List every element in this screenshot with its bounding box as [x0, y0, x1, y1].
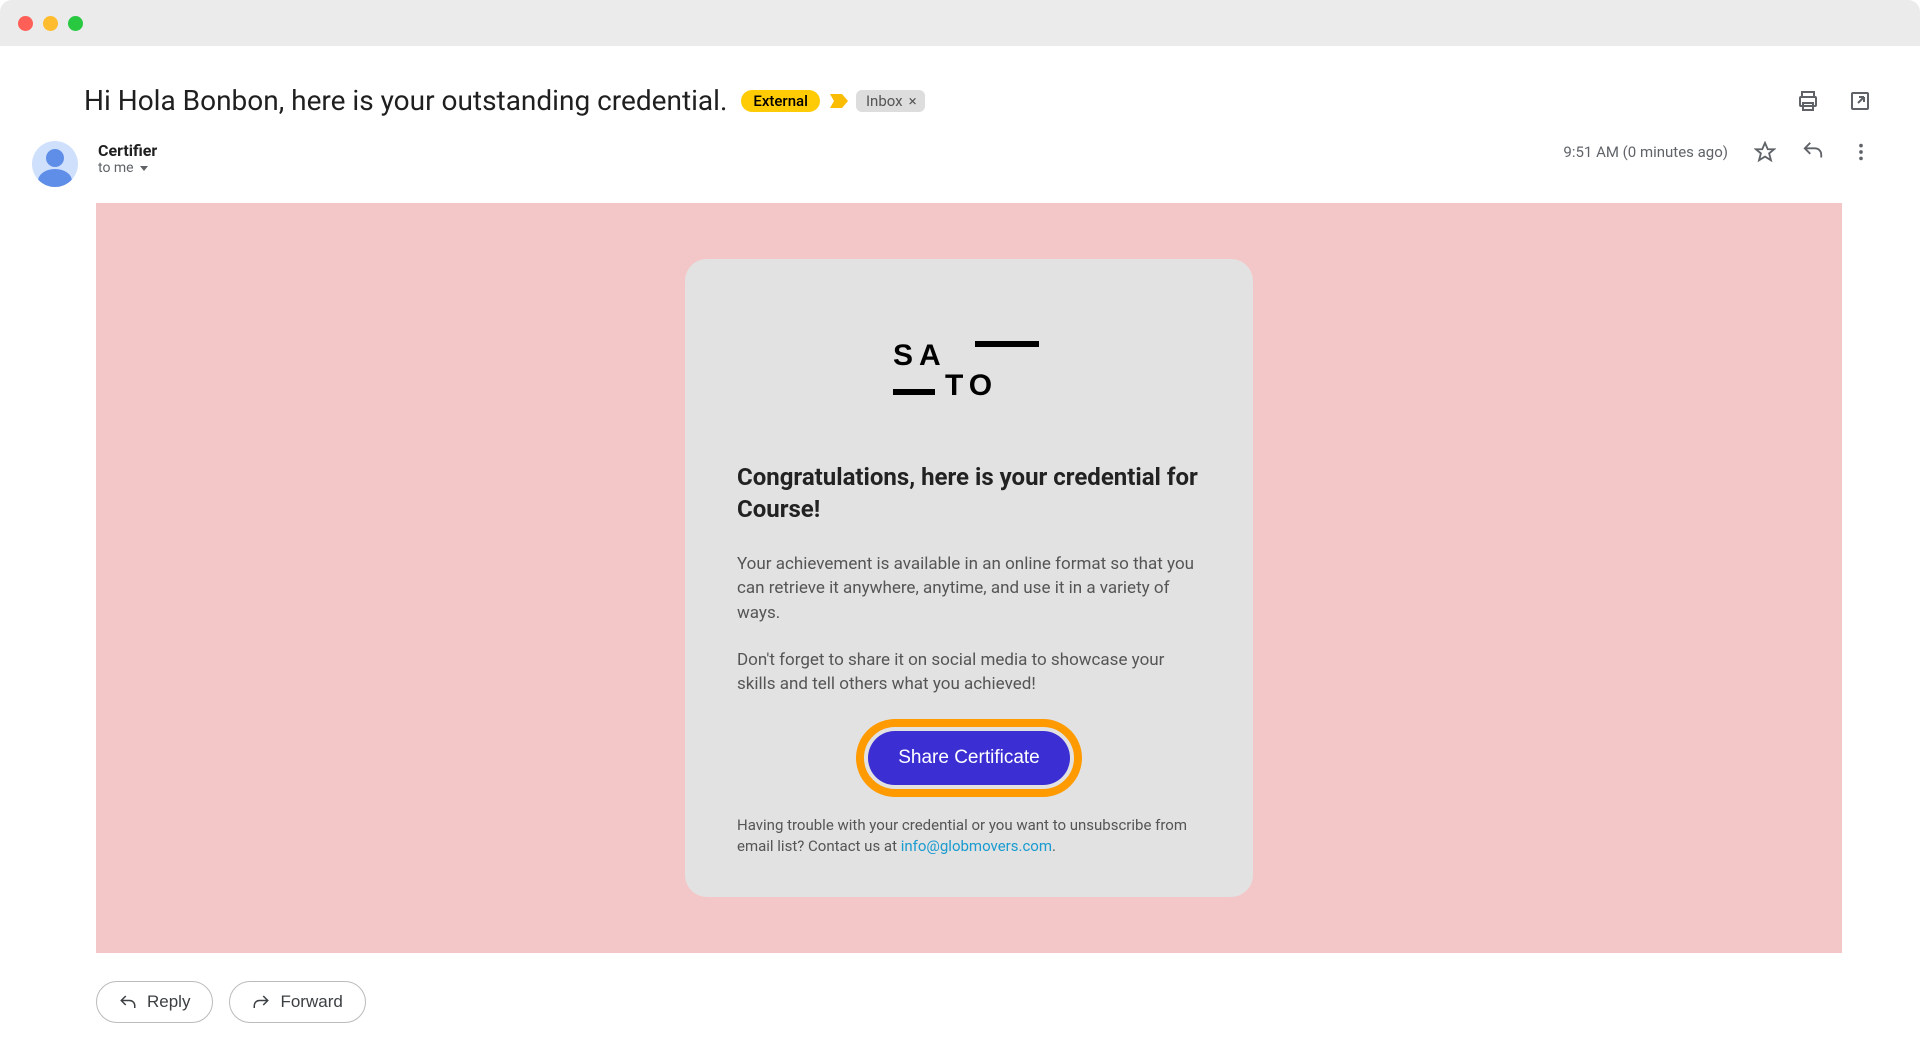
inbox-label-remove-icon[interactable]: × [909, 92, 917, 110]
recipient-dropdown[interactable]: to me [98, 160, 157, 176]
svg-text:TO: TO [945, 369, 998, 399]
forward-button[interactable]: Forward [229, 981, 365, 1023]
sender-name: Certifier [98, 141, 157, 160]
sender-avatar[interactable] [32, 141, 78, 187]
forward-button-label: Forward [280, 992, 342, 1012]
credential-card: SA TO Congratulations, here is your cred… [685, 259, 1253, 897]
reply-actions-row: Reply Forward [96, 981, 1902, 1023]
more-icon[interactable] [1850, 141, 1872, 163]
email-body: SA TO Congratulations, here is your cred… [96, 203, 1842, 953]
card-paragraph-2: Don't forget to share it on social media… [737, 648, 1201, 697]
print-icon[interactable] [1796, 89, 1820, 113]
card-footer: Having trouble with your credential or y… [737, 815, 1201, 857]
email-timestamp: 9:51 AM (0 minutes ago) [1563, 143, 1728, 161]
cta-highlight-ring: Share Certificate [856, 719, 1082, 797]
share-certificate-button[interactable]: Share Certificate [868, 731, 1070, 785]
label-arrow-icon [830, 94, 848, 108]
chevron-down-icon [140, 166, 148, 171]
subject-row: Hi Hola Bonbon, here is your outstanding… [18, 84, 1902, 117]
card-paragraph-1: Your achievement is available in an onli… [737, 552, 1201, 626]
inbox-label[interactable]: Inbox × [856, 90, 925, 112]
reply-button-label: Reply [147, 992, 190, 1012]
open-new-window-icon[interactable] [1848, 89, 1872, 113]
external-badge: External [741, 90, 820, 112]
contact-email-link[interactable]: info@globmovers.com [901, 837, 1052, 855]
email-subject: Hi Hola Bonbon, here is your outstanding… [84, 84, 727, 117]
sender-row: Certifier to me 9:51 AM (0 minutes ago) [18, 141, 1902, 187]
svg-text:SA: SA [893, 339, 947, 372]
window-minimize-button[interactable] [43, 16, 58, 31]
window-close-button[interactable] [18, 16, 33, 31]
card-heading: Congratulations, here is your credential… [737, 461, 1201, 526]
window-maximize-button[interactable] [68, 16, 83, 31]
reply-arrow-icon [119, 994, 137, 1010]
window-titlebar [0, 0, 1920, 46]
issuer-logo: SA TO [737, 337, 1201, 403]
inbox-label-text: Inbox [866, 92, 903, 110]
reply-button[interactable]: Reply [96, 981, 213, 1023]
card-footer-post: . [1052, 837, 1056, 855]
reply-icon[interactable] [1802, 141, 1824, 163]
recipient-label: to me [98, 160, 134, 176]
forward-arrow-icon [252, 994, 270, 1010]
star-icon[interactable] [1754, 141, 1776, 163]
